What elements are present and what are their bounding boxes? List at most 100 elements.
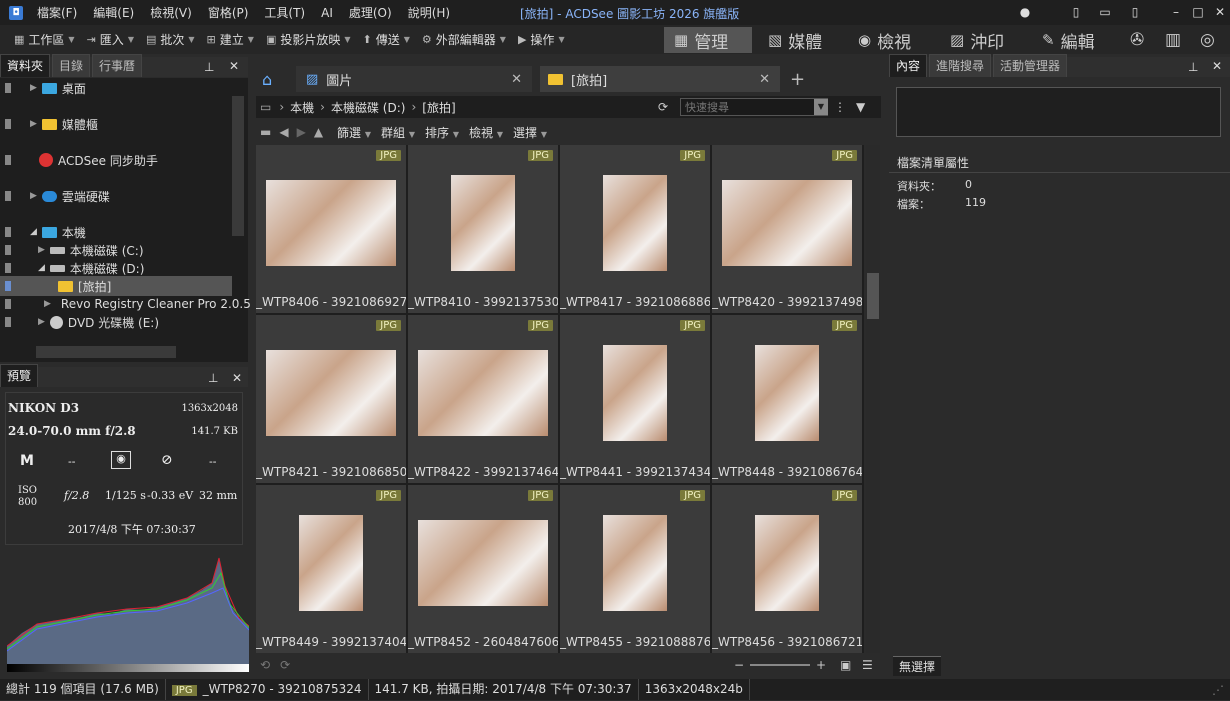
breadcrumb-travel[interactable]: [旅拍]	[422, 99, 455, 116]
thumbnail-item[interactable]: JPG _WTP8421 - 39210868504	[256, 315, 406, 483]
menu-edit[interactable]: 編輯(E)	[85, 4, 142, 21]
tab-properties[interactable]: 內容	[889, 54, 928, 77]
create-button[interactable]: ⊞ 建立 ▼	[201, 31, 260, 48]
filter-menu[interactable]: 篩選 ▼	[337, 124, 371, 141]
thumbnail-item[interactable]: JPG _WTP8422 - 39921374641	[408, 315, 558, 483]
batch-button[interactable]: ▤ 批次 ▼	[140, 31, 201, 48]
layout-bottom-icon[interactable]: ▭	[1097, 4, 1113, 20]
close-icon[interactable]: ✕	[229, 59, 239, 73]
layout-left-icon[interactable]: ▯	[1068, 4, 1084, 20]
account-icon[interactable]: ●	[1017, 4, 1033, 20]
no-selection-tab[interactable]: 無選擇	[893, 656, 942, 676]
rotate-right-icon[interactable]: ⟳	[280, 658, 290, 672]
tab-preview[interactable]: 預覽	[0, 364, 39, 387]
tab-catalog[interactable]: 目錄	[52, 54, 91, 77]
tree-item-travel[interactable]: [旅拍]	[0, 276, 232, 296]
sort-menu[interactable]: 排序 ▼	[425, 124, 459, 141]
close-icon[interactable]: ✕	[759, 72, 770, 87]
close-icon[interactable]: ✕	[232, 371, 242, 385]
breadcrumb-this-pc[interactable]: 本機	[290, 99, 314, 116]
scroll-thumb[interactable]	[867, 273, 879, 319]
quick-search-input[interactable]	[680, 98, 828, 116]
menu-tools[interactable]: 工具(T)	[256, 4, 313, 21]
thumbnail-item[interactable]: JPG _WTP8420 - 39921374981	[712, 145, 862, 313]
tree-item-library[interactable]: ▶ 媒體櫃	[0, 114, 232, 134]
external-editor-button[interactable]: ⚙ 外部編輯器 ▼	[416, 31, 512, 48]
close-icon[interactable]: ✕	[1212, 4, 1228, 20]
thumbnail-item[interactable]: JPG _WTP8410 - 39921375301	[408, 145, 558, 313]
tab-travel[interactable]: [旅拍] ✕	[540, 66, 780, 92]
menu-view[interactable]: 檢視(V)	[142, 4, 200, 21]
close-icon[interactable]: ✕	[511, 72, 522, 87]
tree-hscrollbar[interactable]	[36, 346, 176, 358]
thumbnail-item[interactable]: JPG _WTP8452 - 26048476068	[408, 485, 558, 653]
mode-edit-tab[interactable]: ✎ 編輯	[1042, 27, 1095, 53]
layout-right-icon[interactable]: ▯	[1127, 4, 1143, 20]
back-icon[interactable]: ◀	[279, 125, 288, 139]
actions-button[interactable]: ▶ 操作 ▼	[512, 31, 571, 48]
tab-advanced-search[interactable]: 進階搜尋	[929, 54, 992, 77]
thumbnail-item[interactable]: JPG _WTP8448 - 39210867644	[712, 315, 862, 483]
mode-media-tab[interactable]: ▧ 媒體	[768, 27, 822, 53]
menu-process[interactable]: 處理(O)	[341, 4, 400, 21]
new-tab-button[interactable]: +	[790, 66, 810, 92]
chart-icon[interactable]: ▥	[1165, 27, 1181, 53]
pin-icon[interactable]: ⊥	[204, 60, 214, 74]
tree-item-drive-d[interactable]: ◢ 本機磁碟 (D:)	[0, 258, 232, 278]
search-dropdown-icon[interactable]: ▼	[814, 99, 828, 115]
details-view-icon[interactable]: ☰	[862, 658, 873, 672]
mode-manage-tab[interactable]: ▦ 管理	[664, 27, 752, 53]
pin-icon[interactable]: ⊥	[208, 371, 218, 385]
refresh-icon[interactable]: ⟳	[658, 100, 668, 114]
home-tab[interactable]: ⌂	[262, 66, 288, 92]
mode-develop-tab[interactable]: ▨ 沖印	[950, 27, 1004, 53]
breadcrumb-drive-d[interactable]: 本機磁碟 (D:)	[331, 99, 405, 116]
tree-item-drive-c[interactable]: ▶ 本機磁碟 (C:)	[0, 240, 232, 260]
tab-calendar[interactable]: 行事曆	[92, 54, 143, 77]
thumbnail-item[interactable]: JPG _WTP8456 - 39210867214	[712, 485, 862, 653]
filter-icon[interactable]: ▼	[856, 100, 865, 114]
tree-item-this-pc[interactable]: ◢ 本機	[0, 222, 232, 242]
tree-item-sync[interactable]: ACDSee 同步助手	[0, 150, 232, 170]
thumbnail-item[interactable]: JPG _WTP8455 - 39210888764	[560, 485, 710, 653]
thumbnail-view-icon[interactable]: ▣	[840, 658, 851, 672]
slideshow-button[interactable]: ▣ 投影片放映 ▼	[260, 31, 357, 48]
close-icon[interactable]: ✕	[1212, 59, 1222, 73]
tree-item-dvd[interactable]: ▶ DVD 光碟機 (E:)	[0, 312, 232, 332]
thumbnail-item[interactable]: JPG _WTP8417 - 39210868864	[560, 145, 710, 313]
menu-ai[interactable]: AI	[313, 6, 341, 20]
tree-item-desktop[interactable]: ▶ 桌面	[0, 78, 232, 98]
thumbnail-item[interactable]: JPG _WTP8449 - 39921374041	[256, 485, 406, 653]
menu-file[interactable]: 檔案(F)	[29, 4, 85, 21]
mode-view-tab[interactable]: ◉ 檢視	[858, 27, 911, 53]
tree-item-revo[interactable]: ▶ Revo Registry Cleaner Pro 2.0.5	[0, 294, 251, 314]
reel-icon[interactable]: ✇	[1130, 27, 1144, 53]
tree-vscrollbar[interactable]	[232, 96, 244, 236]
select-menu[interactable]: 選擇 ▼	[513, 124, 547, 141]
menu-pane[interactable]: 窗格(P)	[200, 4, 257, 21]
tab-activity-manager[interactable]: 活動管理器	[993, 54, 1068, 77]
thumbnail-item[interactable]: JPG _WTP8441 - 39921374341	[560, 315, 710, 483]
minimize-icon[interactable]: –	[1168, 4, 1184, 20]
thumbnail-item[interactable]: JPG _WTP8406 - 39210869274	[256, 145, 406, 313]
zoom-slider[interactable]	[750, 664, 810, 666]
forward-icon[interactable]: ▶	[297, 125, 306, 139]
import-button[interactable]: ⇥ 匯入 ▼	[81, 31, 140, 48]
folder-icon[interactable]: ▬	[260, 125, 271, 139]
pin-icon[interactable]: ⊥	[1188, 60, 1198, 74]
menu-help[interactable]: 說明(H)	[400, 4, 458, 21]
zoom-in-icon[interactable]: +	[816, 658, 826, 672]
send-button[interactable]: ⬆ 傳送 ▼	[357, 31, 416, 48]
eye-mode-icon[interactable]: ◎	[1200, 27, 1215, 53]
zoom-out-icon[interactable]: −	[734, 658, 744, 672]
search-options-icon[interactable]: ⋮	[834, 100, 846, 114]
tab-pictures[interactable]: ▨ 圖片 ✕	[296, 66, 532, 92]
maximize-icon[interactable]: □	[1190, 4, 1206, 20]
up-icon[interactable]: ▲	[314, 125, 323, 139]
workspace-button[interactable]: ▦ 工作區 ▼	[8, 31, 81, 48]
tab-folders[interactable]: 資料夾	[0, 54, 51, 77]
grid-vscrollbar[interactable]	[866, 145, 880, 653]
resize-grip-icon[interactable]: ⋰	[1212, 683, 1224, 697]
group-menu[interactable]: 群組 ▼	[381, 124, 415, 141]
view-menu[interactable]: 檢視 ▼	[469, 124, 503, 141]
